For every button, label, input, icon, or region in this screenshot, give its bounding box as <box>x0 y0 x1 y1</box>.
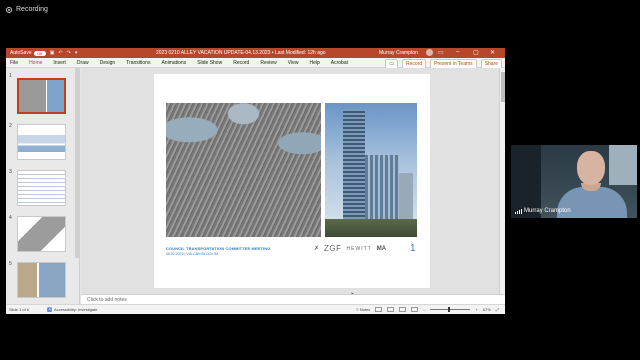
recording-label: Recording <box>16 6 48 13</box>
ribbon-display-icon[interactable]: ▭ <box>438 49 444 56</box>
tab-review[interactable]: Review <box>260 60 276 66</box>
side-building <box>399 173 413 221</box>
tab-home[interactable]: Home <box>29 60 42 66</box>
thumbnail-number: 2 <box>9 123 12 129</box>
powerpoint-window: AutoSave Off ▣ ↶ ↷ ▾ 2023 0210 ALLEY VAC… <box>6 48 505 314</box>
minimize-icon[interactable]: – <box>456 49 459 55</box>
zoom-out-icon[interactable]: – <box>423 307 425 312</box>
hewitt-logo: HEWITT <box>346 245 372 252</box>
tab-file[interactable]: File <box>10 60 18 66</box>
tab-transitions[interactable]: Transitions <box>126 60 150 66</box>
reading-view-icon[interactable] <box>399 307 407 312</box>
participant-name-tag: Murray Crampton <box>515 208 571 214</box>
notes-toggle-label: Notes <box>359 307 371 312</box>
accessibility-icon: ♿ <box>47 307 52 312</box>
slide-editing-area: COUNCIL TRANSPORTATION COMMITTEE MEETING… <box>81 68 499 300</box>
document-title: 2023 0210 ALLEY VACATION UPDATE-04.13.20… <box>156 50 326 56</box>
slide-sorter-icon[interactable] <box>387 307 395 312</box>
notes-placeholder: Click to add notes <box>87 297 127 303</box>
tower-rendering-image <box>325 103 417 237</box>
scrollbar-thumb[interactable] <box>501 72 505 102</box>
street-level <box>325 219 417 237</box>
tab-draw[interactable]: Draw <box>77 60 89 66</box>
account-name[interactable]: Murray Crampton <box>379 50 418 56</box>
thumbnail-number: 5 <box>9 261 12 267</box>
account-avatar[interactable] <box>426 49 433 56</box>
tab-help[interactable]: Help <box>309 60 319 66</box>
logo-row: ✗ ZGF HEWITT MA <box>314 244 386 253</box>
close-icon[interactable]: ✕ <box>490 49 495 56</box>
signal-strength-icon <box>515 208 522 214</box>
slide-thumbnail-1[interactable] <box>17 78 66 114</box>
slide-thumbnails-pane: 1 2 3 4 5 <box>6 68 80 304</box>
tab-design[interactable]: Design <box>100 60 116 66</box>
record-icon <box>6 6 12 13</box>
recording-indicator: Recording <box>6 6 48 13</box>
tower-building <box>343 109 365 221</box>
tab-insert[interactable]: Insert <box>53 60 66 66</box>
slideshow-view-icon[interactable] <box>411 307 419 312</box>
vulcan-logo-icon: ✗ <box>314 246 320 252</box>
autosave-label: AutoSave <box>10 50 32 56</box>
aerial-city-photo <box>166 103 321 237</box>
participant-head <box>577 151 605 185</box>
meeting-title: COUNCIL TRANSPORTATION COMMITTEE MEETING <box>166 246 271 251</box>
zgf-logo: ZGF <box>324 244 342 253</box>
notes-icon: ≡ <box>356 307 359 312</box>
tab-slide-show[interactable]: Slide Show <box>197 60 222 66</box>
participant-video-tile[interactable]: Murray Crampton <box>511 145 637 218</box>
thumbnail-number: 1 <box>9 73 12 79</box>
slide-thumbnail-3[interactable] <box>17 170 66 206</box>
zoom-slider[interactable] <box>430 307 471 312</box>
tab-acrobat[interactable]: Acrobat <box>331 60 348 66</box>
slide-canvas[interactable]: COUNCIL TRANSPORTATION COMMITTEE MEETING… <box>154 74 430 288</box>
slide-page-number: 1 <box>410 243 416 254</box>
thumbnail-number: 4 <box>9 215 12 221</box>
customize-icon[interactable]: ▾ <box>75 50 78 56</box>
zoom-slider-thumb[interactable] <box>448 307 451 312</box>
slide-thumbnail-2[interactable] <box>17 124 66 160</box>
slide-thumbnail-4[interactable] <box>17 216 66 252</box>
status-bar: Slide 1 of 6 ♿ Accessibility: Investigat… <box>6 304 505 314</box>
ma-logo: MA <box>376 245 387 252</box>
fit-to-window-icon[interactable]: ⤢ <box>496 307 499 312</box>
undo-icon[interactable]: ↶ <box>58 50 62 56</box>
accessibility-status[interactable]: ♿ Accessibility: Investigate <box>47 307 97 312</box>
participant-name: Murray Crampton <box>524 208 571 214</box>
zoom-level[interactable]: 67% <box>483 307 491 312</box>
autosave-toggle[interactable]: AutoSave Off <box>10 50 46 56</box>
background-window <box>609 145 637 185</box>
normal-view-icon[interactable] <box>375 307 383 312</box>
save-icon[interactable]: ▣ <box>50 50 55 56</box>
maximize-icon[interactable]: ▢ <box>473 49 479 56</box>
accessibility-label: Accessibility: Investigate <box>54 307 98 312</box>
slide-counter: Slide 1 of 6 <box>9 307 30 312</box>
notes-pane[interactable]: Click to add notes <box>81 294 505 304</box>
thumbnails-scrollbar[interactable] <box>75 68 79 258</box>
autosave-state: Off <box>33 50 46 56</box>
tab-record[interactable]: Record <box>233 60 249 66</box>
midrise-building <box>365 155 399 221</box>
zoom-in-icon[interactable]: + <box>475 307 477 312</box>
title-bar: AutoSave Off ▣ ↶ ↷ ▾ 2023 0210 ALLEY VAC… <box>6 48 505 58</box>
slide-thumbnail-5[interactable] <box>17 262 66 298</box>
meeting-subtitle: 05.02.2023 | VULCAN BLOCK 84 <box>166 252 219 256</box>
ribbon-tabs: File Home Insert Draw Design Transitions… <box>6 58 505 69</box>
notes-toggle[interactable]: ≡ Notes <box>356 307 370 312</box>
slide-scrollbar[interactable] <box>499 68 505 294</box>
redo-icon[interactable]: ↷ <box>67 50 71 56</box>
tab-view[interactable]: View <box>288 60 299 66</box>
tab-animations[interactable]: Animations <box>161 60 186 66</box>
thumbnail-number: 3 <box>9 169 12 175</box>
